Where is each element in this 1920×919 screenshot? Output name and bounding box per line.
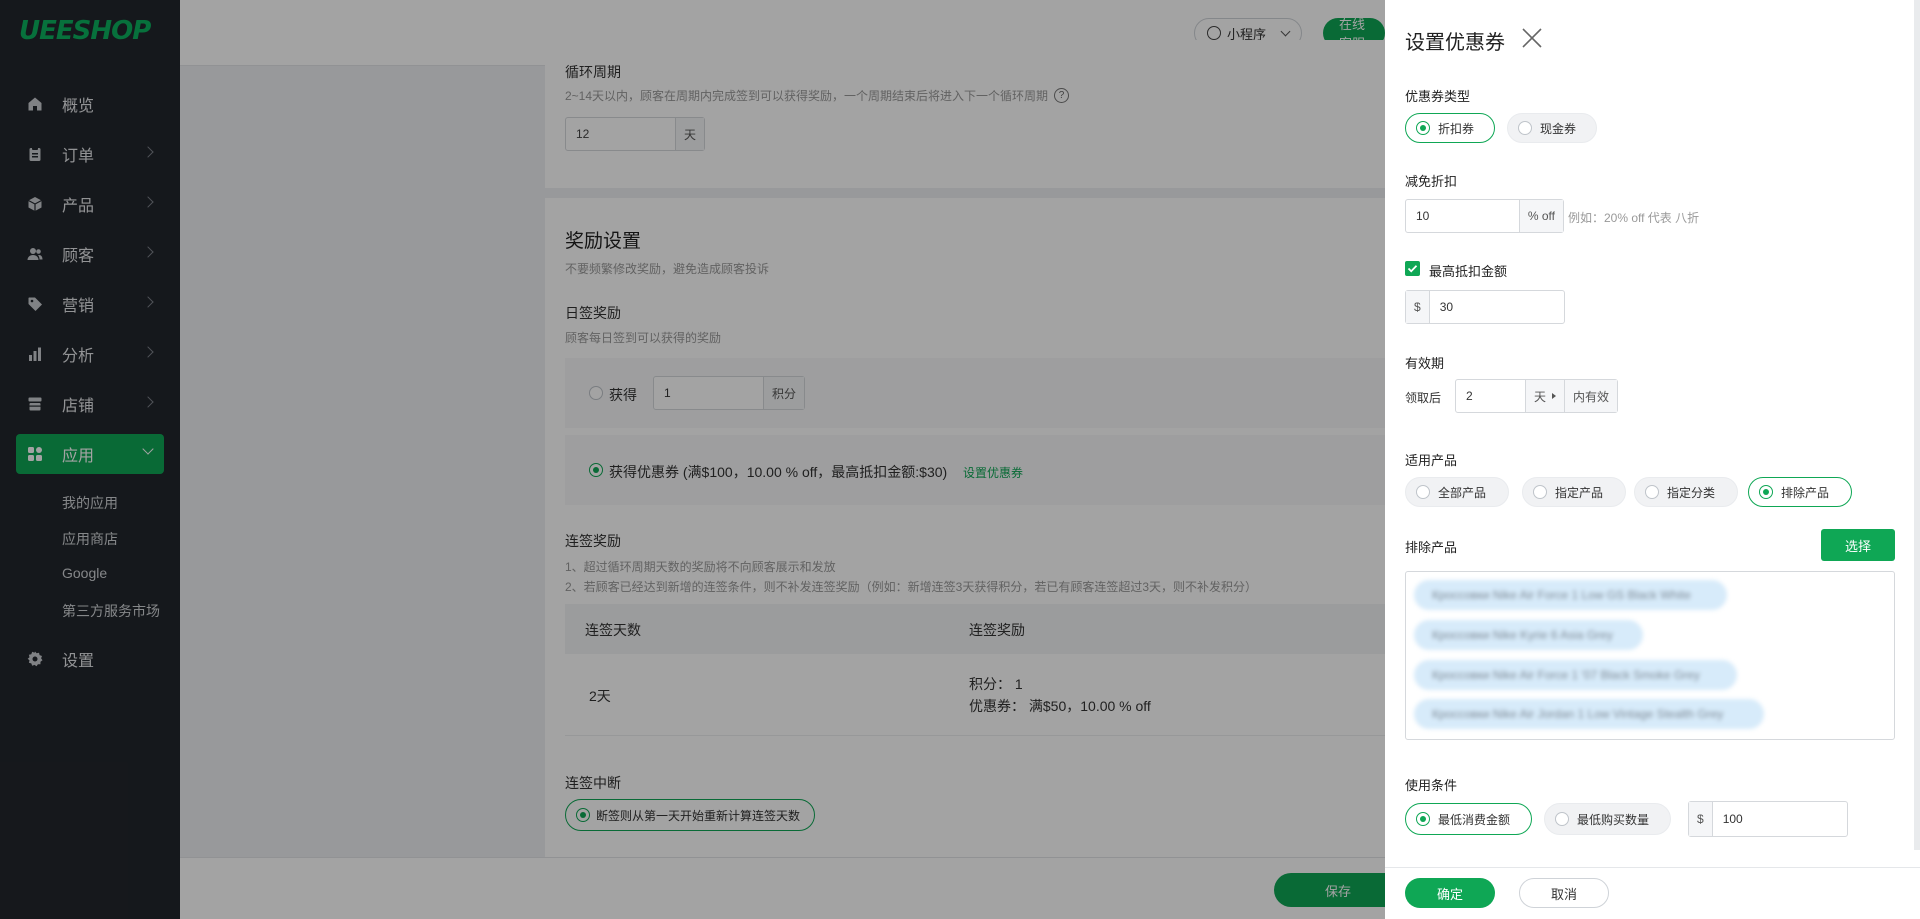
- coupon-type-cash-label: 现金券: [1540, 121, 1577, 136]
- excluded-product-tag[interactable]: Кроссовки Nike Air Jordan 1 Low Vintage …: [1414, 699, 1764, 729]
- product-option-all[interactable]: 全部产品: [1405, 477, 1509, 507]
- product-option-exclude[interactable]: 排除产品: [1748, 477, 1852, 507]
- condition-min-quantity[interactable]: 最低购买数量: [1544, 803, 1671, 835]
- products-label: 适用产品: [1405, 453, 1458, 468]
- max-discount-label: 最高抵扣金额: [1429, 264, 1508, 279]
- excluded-product-tag[interactable]: Кроссовки Nike Air Force 1 '07 Black Smo…: [1414, 660, 1737, 690]
- excluded-products-box: Кроссовки Nike Air Force 1 Low GS Black …: [1405, 571, 1895, 740]
- currency-prefix: $: [1406, 291, 1430, 323]
- product-option-specified[interactable]: 指定产品: [1522, 477, 1626, 507]
- validity-field[interactable]: 2 天 内有效: [1455, 379, 1618, 413]
- radio-icon: [1533, 485, 1547, 499]
- validity-unit: 天: [1533, 389, 1546, 404]
- discount-field[interactable]: 10 % off: [1405, 199, 1564, 233]
- condition-amount-field[interactable]: $ 100: [1688, 801, 1848, 837]
- check-icon: [1407, 265, 1418, 273]
- footer-divider: [1385, 867, 1920, 868]
- radio-icon: [1416, 812, 1430, 826]
- panel-title: 设置优惠券: [1405, 32, 1505, 54]
- caret-right-icon: [1551, 393, 1556, 399]
- coupon-type-cash[interactable]: 现金券: [1507, 113, 1597, 143]
- validity-value: 2: [1466, 389, 1473, 403]
- close-icon[interactable]: [1521, 27, 1543, 49]
- max-discount-checkbox[interactable]: [1405, 261, 1420, 276]
- product-option-category[interactable]: 指定分类: [1634, 477, 1738, 507]
- coupon-type-discount[interactable]: 折扣券: [1405, 113, 1495, 143]
- radio-icon: [1759, 485, 1773, 499]
- validity-prefix: 领取后: [1405, 391, 1442, 405]
- max-discount-field[interactable]: $ 30: [1405, 290, 1565, 324]
- cancel-button[interactable]: 取消: [1519, 878, 1609, 908]
- excluded-products-label: 排除产品: [1405, 540, 1458, 555]
- validity-unit-select[interactable]: 天: [1524, 380, 1564, 412]
- discount-unit: % off: [1518, 200, 1563, 232]
- excluded-product-tag[interactable]: Кроссовки Nike Kyrie 6 Asia Grey: [1414, 620, 1643, 650]
- condition-min-quantity-label: 最低购买数量: [1577, 812, 1650, 827]
- discount-label: 减免折扣: [1405, 174, 1458, 189]
- radio-icon: [1645, 485, 1659, 499]
- discount-hint: 例如：20% off 代表 八折: [1568, 211, 1700, 225]
- radio-icon: [1416, 485, 1430, 499]
- discount-value: 10: [1416, 209, 1430, 223]
- radio-icon: [1518, 121, 1532, 135]
- modal-overlay[interactable]: [0, 0, 1385, 919]
- radio-icon: [1416, 121, 1430, 135]
- product-option-category-label: 指定分类: [1667, 485, 1716, 500]
- conditions-label: 使用条件: [1405, 778, 1458, 793]
- product-option-all-label: 全部产品: [1438, 485, 1487, 500]
- select-products-button[interactable]: 选择: [1821, 529, 1895, 561]
- product-option-specified-label: 指定产品: [1555, 485, 1604, 500]
- radio-icon: [1555, 812, 1569, 826]
- panel-scrollbar[interactable]: [1914, 0, 1920, 850]
- condition-amount-value: 100: [1722, 812, 1743, 826]
- condition-min-amount[interactable]: 最低消费金额: [1405, 803, 1532, 835]
- coupon-type-discount-label: 折扣券: [1438, 121, 1475, 136]
- coupon-type-label: 优惠券类型: [1405, 89, 1471, 104]
- confirm-button[interactable]: 确定: [1405, 878, 1495, 908]
- max-discount-value: 30: [1439, 300, 1454, 314]
- coupon-settings-panel: 设置优惠券 优惠券类型 折扣券 现金券 减免折扣 10 % off 例如：20%…: [1385, 0, 1920, 919]
- validity-label: 有效期: [1405, 356, 1445, 371]
- currency-prefix: $: [1689, 802, 1713, 836]
- excluded-product-tag[interactable]: Кроссовки Nike Air Force 1 Low GS Black …: [1414, 580, 1727, 610]
- condition-min-amount-label: 最低消费金额: [1438, 812, 1511, 827]
- product-option-exclude-label: 排除产品: [1781, 485, 1830, 500]
- validity-suffix: 内有效: [1563, 380, 1617, 412]
